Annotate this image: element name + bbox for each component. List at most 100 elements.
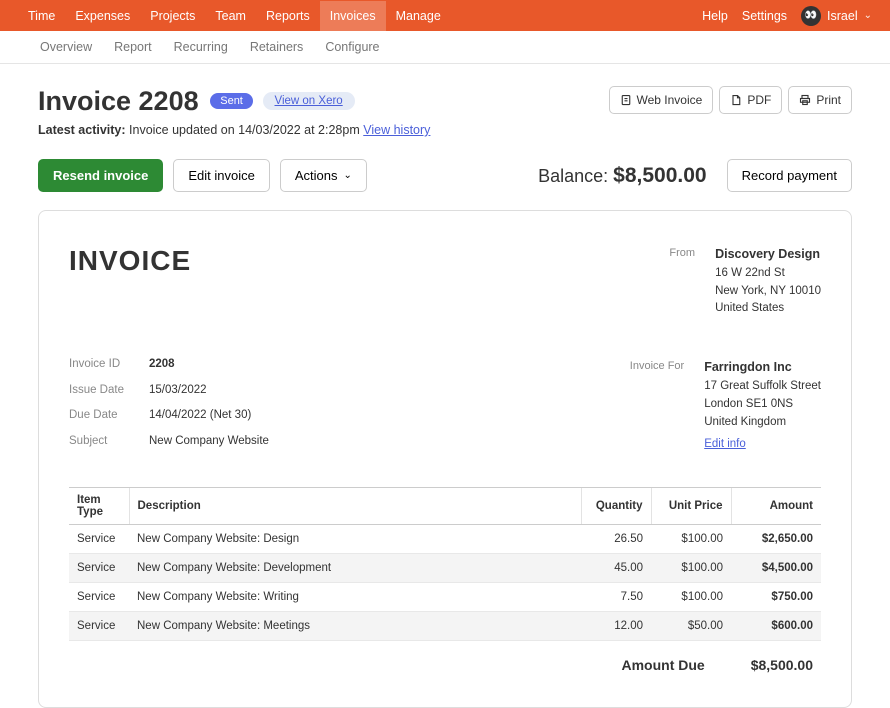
meta-id-k: Invoice ID <box>69 358 131 377</box>
from-address: Discovery Design 16 W 22nd St New York, … <box>715 245 821 318</box>
subnav-report[interactable]: Report <box>114 40 152 54</box>
table-row: ServiceNew Company Website: Meetings12.0… <box>69 612 821 641</box>
meta-id-v: 2208 <box>149 358 175 370</box>
page: Invoice 2208 Sent View on Xero Latest ac… <box>0 64 890 708</box>
cell-amount: $2,650.00 <box>731 525 821 554</box>
meta-subject-v: New Company Website <box>149 435 269 454</box>
cell-desc: New Company Website: Writing <box>129 583 581 612</box>
print-label: Print <box>816 93 841 107</box>
pdf-label: PDF <box>747 93 771 107</box>
cell-amount: $4,500.00 <box>731 554 821 583</box>
nav-invoices[interactable]: Invoices <box>320 1 386 31</box>
subnav-recurring[interactable]: Recurring <box>174 40 228 54</box>
table-row: ServiceNew Company Website: Development4… <box>69 554 821 583</box>
nav-settings[interactable]: Settings <box>742 9 787 23</box>
amount-due-value: $8,500.00 <box>751 657 813 673</box>
web-invoice-button[interactable]: Web Invoice <box>609 86 714 114</box>
edit-info-link[interactable]: Edit info <box>704 436 746 454</box>
invoice-document: INVOICE From Discovery Design 16 W 22nd … <box>38 210 852 708</box>
cell-type: Service <box>69 612 129 641</box>
sub-nav: Overview Report Recurring Retainers Conf… <box>0 31 890 64</box>
latest-activity: Latest activity: Invoice updated on 14/0… <box>38 123 430 137</box>
nav-time[interactable]: Time <box>18 1 65 31</box>
subnav-retainers[interactable]: Retainers <box>250 40 304 54</box>
top-actions: Web Invoice PDF Print <box>609 86 853 114</box>
for-label: Invoice For <box>626 358 684 453</box>
cell-desc: New Company Website: Development <box>129 554 581 583</box>
cell-qty: 26.50 <box>581 525 651 554</box>
from-l3: United States <box>715 302 784 314</box>
col-amount: Amount <box>731 488 821 525</box>
cell-price: $100.00 <box>651 583 731 612</box>
cell-qty: 7.50 <box>581 583 651 612</box>
cell-price: $100.00 <box>651 525 731 554</box>
amount-due-label: Amount Due <box>621 657 704 673</box>
pdf-button[interactable]: PDF <box>719 86 782 114</box>
balance-value: $8,500.00 <box>613 164 706 187</box>
meta-issue-v: 15/03/2022 <box>149 384 269 403</box>
table-row: ServiceNew Company Website: Design26.50$… <box>69 525 821 554</box>
record-payment-button[interactable]: Record payment <box>727 159 852 192</box>
nav-primary: Time Expenses Projects Team Reports Invo… <box>18 1 451 31</box>
page-title: Invoice 2208 <box>38 86 199 116</box>
nav-manage[interactable]: Manage <box>386 1 451 31</box>
user-name: Israel <box>827 9 858 23</box>
cell-type: Service <box>69 554 129 583</box>
from-label: From <box>637 245 695 318</box>
for-l3: United Kingdom <box>704 416 786 428</box>
cell-price: $50.00 <box>651 612 731 641</box>
nav-expenses[interactable]: Expenses <box>65 1 140 31</box>
for-l1: 17 Great Suffolk Street <box>704 380 821 392</box>
avatar: 👀 <box>801 6 821 26</box>
web-invoice-label: Web Invoice <box>637 93 703 107</box>
receipt-icon <box>620 94 632 106</box>
from-l2: New York, NY 10010 <box>715 285 821 297</box>
nav-reports[interactable]: Reports <box>256 1 320 31</box>
meta-due-v: 14/04/2022 (Net 30) <box>149 409 269 428</box>
nav-team[interactable]: Team <box>205 1 256 31</box>
resend-button[interactable]: Resend invoice <box>38 159 163 192</box>
actions-label: Actions <box>295 168 338 183</box>
for-address: Farringdon Inc 17 Great Suffolk Street L… <box>704 358 821 453</box>
heading-row: Invoice 2208 Sent View on Xero Latest ac… <box>38 86 852 137</box>
for-name: Farringdon Inc <box>704 360 792 374</box>
latest-label: Latest activity: <box>38 123 126 137</box>
nav-right: Help Settings 👀 Israel ⌄ <box>702 6 872 26</box>
cell-type: Service <box>69 525 129 554</box>
print-icon <box>799 94 811 106</box>
cell-price: $100.00 <box>651 554 731 583</box>
col-type: Item Type <box>69 488 129 525</box>
status-badge: Sent <box>210 93 253 109</box>
nav-projects[interactable]: Projects <box>140 1 205 31</box>
meta-issue-k: Issue Date <box>69 384 131 403</box>
line-items-table: Item Type Description Quantity Unit Pric… <box>69 487 821 641</box>
cell-qty: 45.00 <box>581 554 651 583</box>
document-icon <box>730 94 742 106</box>
table-header: Item Type Description Quantity Unit Pric… <box>69 488 821 525</box>
cell-amount: $600.00 <box>731 612 821 641</box>
balance-label: Balance: <box>538 166 608 186</box>
balance: Balance: $8,500.00 <box>538 164 707 188</box>
subnav-overview[interactable]: Overview <box>40 40 92 54</box>
col-qty: Quantity <box>581 488 651 525</box>
from-l1: 16 W 22nd St <box>715 267 785 279</box>
view-history-link[interactable]: View history <box>363 123 430 137</box>
cell-type: Service <box>69 583 129 612</box>
meta-due-k: Due Date <box>69 409 131 428</box>
view-on-xero-link[interactable]: View on Xero <box>263 92 355 110</box>
print-button[interactable]: Print <box>788 86 852 114</box>
edit-invoice-button[interactable]: Edit invoice <box>173 159 269 192</box>
for-l2: London SE1 0NS <box>704 398 793 410</box>
doc-heading: INVOICE <box>69 245 191 318</box>
cell-qty: 12.00 <box>581 612 651 641</box>
amount-due: Amount Due $8,500.00 <box>69 657 821 673</box>
user-menu[interactable]: 👀 Israel ⌄ <box>801 6 872 26</box>
subnav-configure[interactable]: Configure <box>325 40 379 54</box>
cell-desc: New Company Website: Design <box>129 525 581 554</box>
actions-dropdown[interactable]: Actions ⌄ <box>280 159 367 192</box>
cell-amount: $750.00 <box>731 583 821 612</box>
latest-text: Invoice updated on 14/03/2022 at 2:28pm <box>129 123 360 137</box>
nav-help[interactable]: Help <box>702 9 728 23</box>
action-row: Resend invoice Edit invoice Actions ⌄ Ba… <box>38 159 852 192</box>
meta-subject-k: Subject <box>69 435 131 454</box>
